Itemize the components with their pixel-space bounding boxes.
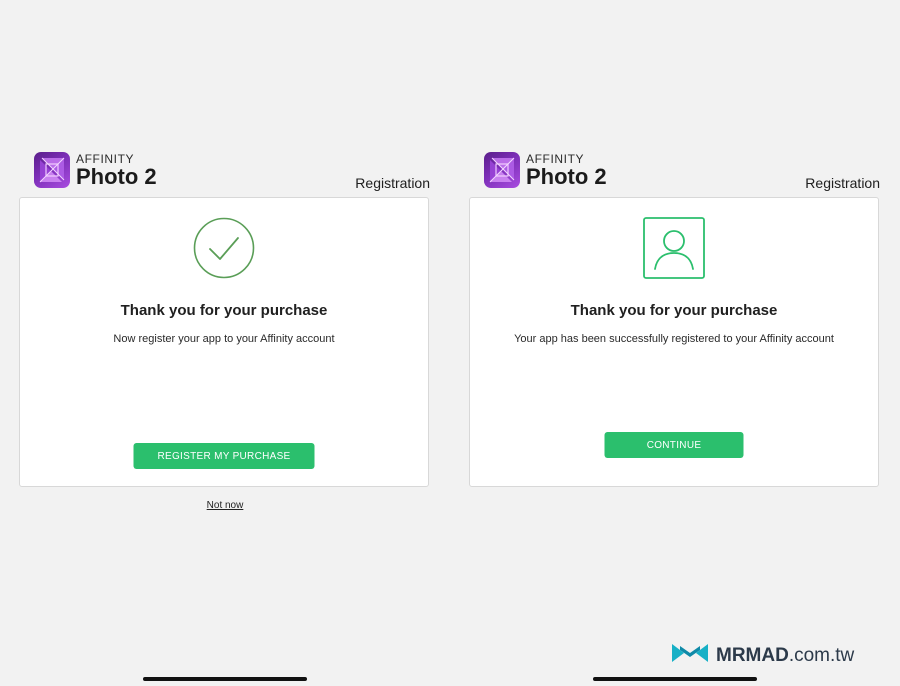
checkmark-circle-icon xyxy=(193,217,255,284)
affinity-logo: AFFINITY Photo 2 xyxy=(34,151,157,189)
registration-panel-success: AFFINITY Photo 2 Registration Thank you … xyxy=(450,0,900,686)
card-subtitle: Now register your app to your Affinity a… xyxy=(113,333,335,345)
watermark-domain: .com.tw xyxy=(788,644,855,666)
brand-affinity-label: AFFINITY xyxy=(526,151,585,166)
affinity-logo: AFFINITY Photo 2 xyxy=(484,151,607,189)
registration-header-label: Registration xyxy=(805,175,880,191)
registered-card: Thank you for your purchase Your app has… xyxy=(469,197,879,487)
mrmad-logo-icon xyxy=(670,640,710,671)
card-title: Thank you for your purchase xyxy=(120,302,328,319)
not-now-link[interactable]: Not now xyxy=(0,500,450,511)
brand-product-label: Photo 2 xyxy=(76,163,157,189)
user-profile-icon xyxy=(643,217,705,284)
mrmad-watermark: MRMAD.com.tw xyxy=(670,640,854,670)
home-indicator[interactable] xyxy=(593,677,757,681)
affinity-photo-app-icon xyxy=(484,152,520,188)
registration-panel-prompt: AFFINITY Photo 2 Registration Thank you … xyxy=(0,0,450,686)
brand-product-label: Photo 2 xyxy=(526,163,607,189)
purchase-card: Thank you for your purchase Now register… xyxy=(19,197,429,487)
register-my-purchase-button[interactable]: REGISTER MY PURCHASE xyxy=(133,443,315,469)
home-indicator[interactable] xyxy=(143,677,307,681)
registration-header-label: Registration xyxy=(355,175,430,191)
brand-affinity-label: AFFINITY xyxy=(76,151,135,166)
watermark-brand: MRMAD xyxy=(716,644,789,666)
card-subtitle: Your app has been successfully registere… xyxy=(514,333,834,345)
continue-button[interactable]: CONTINUE xyxy=(604,432,744,458)
card-title: Thank you for your purchase xyxy=(570,302,778,319)
affinity-photo-app-icon xyxy=(34,152,70,188)
